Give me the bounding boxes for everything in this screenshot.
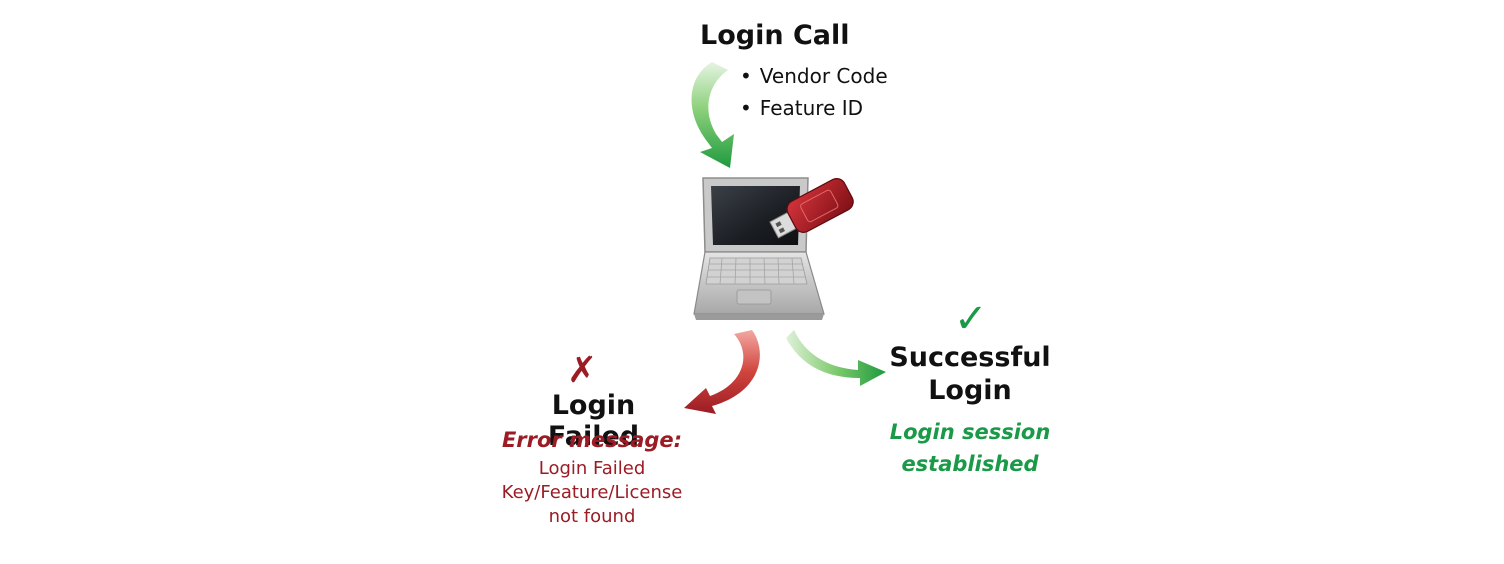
failure-arrow	[684, 330, 760, 414]
cross-mark-icon: ✗	[567, 350, 598, 391]
successful-login-title: Successful Login	[880, 341, 1060, 407]
success-title-line: Successful	[889, 342, 1051, 373]
error-line: Key/Feature/License	[501, 482, 683, 503]
parameter-vendor-code: Vendor Code	[740, 62, 888, 94]
parameter-feature-id: Feature ID	[740, 94, 888, 126]
success-sub-line: established	[901, 452, 1039, 476]
login-call-arrow	[691, 62, 734, 168]
success-sub-line: Login session	[889, 420, 1051, 444]
login-call-title: Login Call	[700, 20, 850, 51]
login-call-parameters: Vendor Code Feature ID	[740, 62, 888, 126]
error-message-heading: Error message:	[501, 428, 683, 452]
error-message-text: Login Failed Key/Feature/License not fou…	[470, 457, 714, 529]
session-established-text: Login session established	[860, 416, 1080, 480]
error-line: Login Failed	[538, 458, 646, 479]
success-title-line: Login	[928, 375, 1012, 406]
error-line: not found	[548, 506, 636, 527]
check-mark-icon: ✓	[954, 296, 988, 342]
success-arrow	[786, 330, 886, 386]
